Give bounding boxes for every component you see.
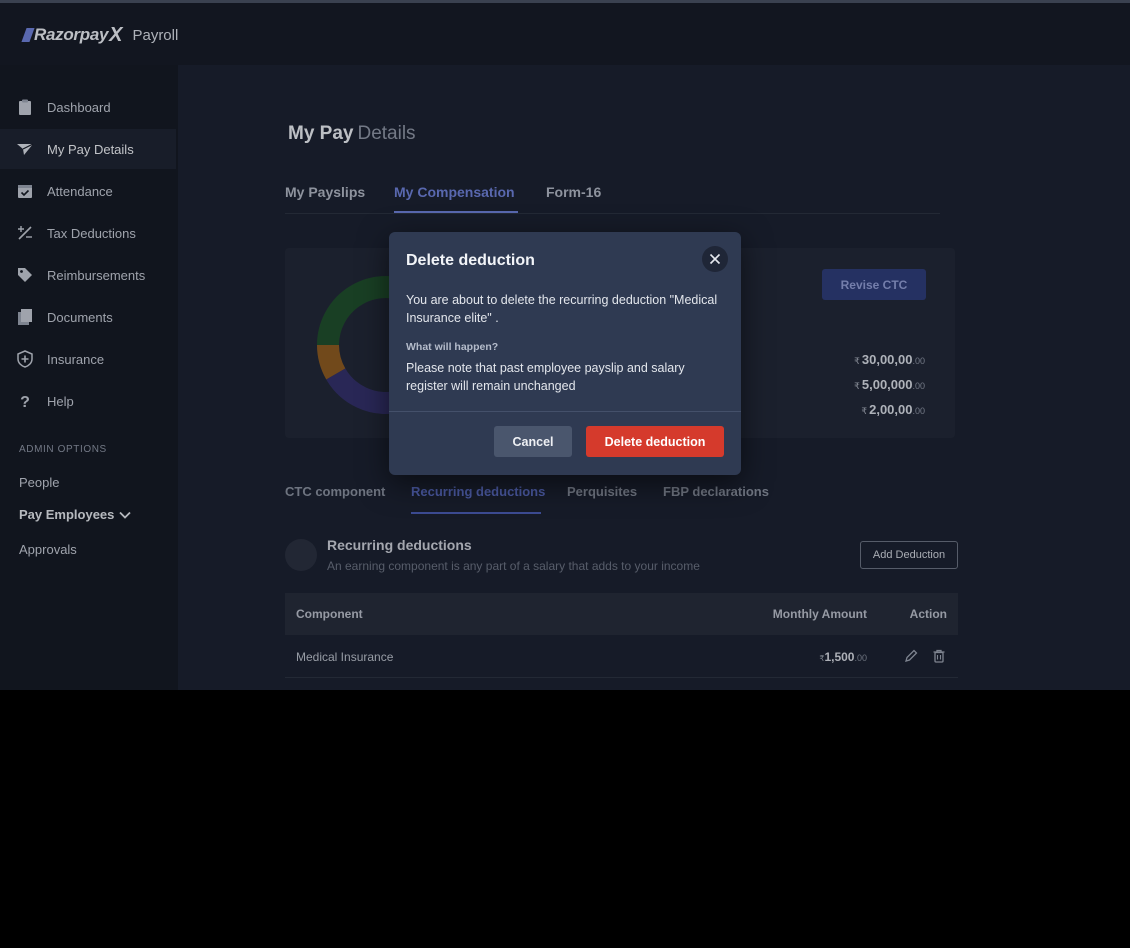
cancel-button[interactable]: Cancel [494,426,572,457]
close-icon [709,253,721,265]
close-dialog-button[interactable] [702,246,728,272]
dialog-title: Delete deduction [406,252,535,269]
app-window: Razorpay X Payroll Dashboard My Pay Deta… [0,0,1130,690]
dialog-note: Please note that past employee payslip a… [406,361,685,393]
dialog-divider [389,411,741,412]
delete-deduction-dialog: Delete deduction You are about to delete… [389,232,741,475]
delete-deduction-button[interactable]: Delete deduction [586,426,724,457]
dialog-question: What will happen? [406,341,499,353]
dialog-message: You are about to delete the recurring de… [406,293,718,325]
